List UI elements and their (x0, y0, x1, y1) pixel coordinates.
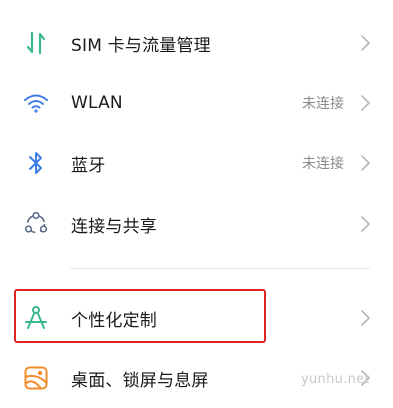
chevron-right-icon (358, 34, 372, 52)
wallpaper-icon (22, 364, 50, 392)
settings-screen: SIM 卡与流量管理 WLAN 未连接 蓝牙 未连接 连接与共享 个性化定制 桌… (0, 0, 393, 408)
settings-item-label: 连接与共享 (71, 216, 157, 237)
settings-item-status: 未连接 (302, 156, 344, 172)
settings-item-bluetooth[interactable]: 蓝牙 未连接 (0, 133, 393, 193)
wifi-icon (22, 89, 50, 117)
chevron-right-icon (358, 154, 372, 172)
settings-item-label: 蓝牙 (71, 155, 106, 176)
bluetooth-icon (22, 149, 50, 177)
settings-item-sim-data[interactable]: SIM 卡与流量管理 (0, 13, 393, 73)
settings-item-label: SIM 卡与流量管理 (71, 35, 211, 56)
chevron-right-icon (358, 309, 372, 327)
settings-item-status: 未连接 (302, 96, 344, 112)
settings-item-label: 桌面、锁屏与息屏 (71, 370, 209, 391)
settings-item-personalization[interactable]: 个性化定制 (0, 288, 393, 348)
watermark-text: yunhu.net (301, 372, 370, 387)
section-divider (70, 268, 370, 269)
connection-sharing-icon (22, 210, 50, 238)
sim-data-arrows-icon (22, 29, 50, 57)
settings-item-label: 个性化定制 (71, 310, 157, 331)
settings-item-label: WLAN (71, 93, 123, 113)
chevron-right-icon (358, 94, 372, 112)
settings-item-wlan[interactable]: WLAN 未连接 (0, 73, 393, 133)
chevron-right-icon (358, 215, 372, 233)
personalization-icon (22, 304, 50, 332)
settings-item-connection-sharing[interactable]: 连接与共享 (0, 194, 393, 254)
